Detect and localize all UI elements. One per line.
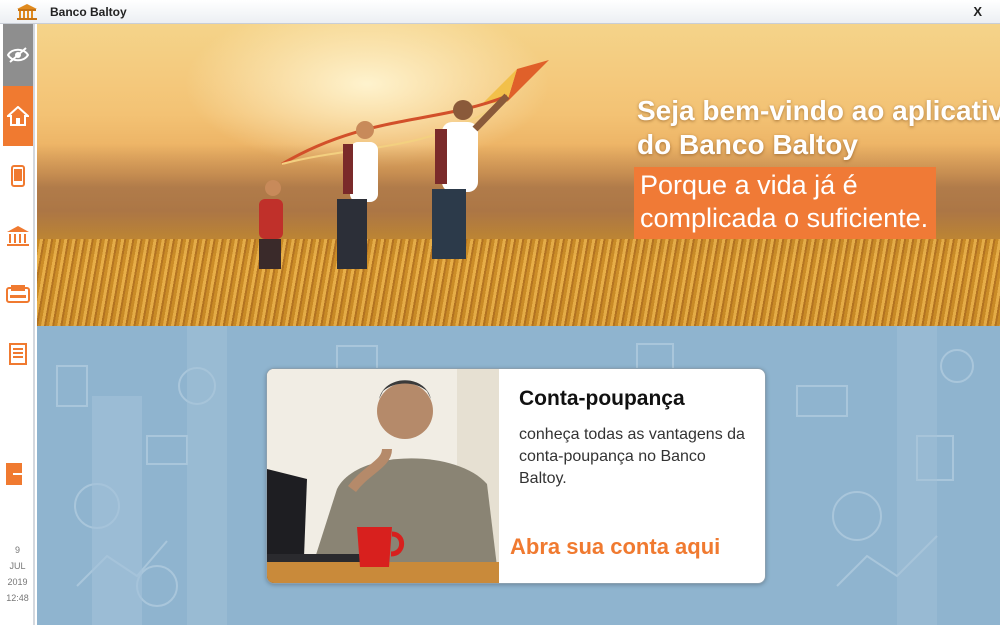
bank-logo-icon <box>16 3 38 21</box>
close-button[interactable]: X <box>973 4 982 19</box>
promo-photo <box>267 369 499 583</box>
hero-banner: Seja bem-vindo ao aplicativo do Banco Ba… <box>37 24 1000 326</box>
sidebar-item-statement[interactable] <box>3 324 33 384</box>
sidebar-item-exit[interactable] <box>3 444 33 504</box>
man-with-laptop-image <box>267 369 499 583</box>
sidebar-item-bank[interactable] <box>3 206 33 266</box>
open-account-link[interactable]: Abra sua conta aqui <box>510 534 720 560</box>
hero-tagline: Porque a vida já é complicada o suficien… <box>634 167 937 239</box>
sidebar-item-atm[interactable] <box>3 264 33 324</box>
date-year: 2019 <box>7 577 28 587</box>
document-icon <box>9 343 27 365</box>
sidebar-item-phone[interactable] <box>3 146 33 206</box>
hero-headline: Seja bem-vindo ao aplicativo do Banco Ba… <box>637 95 1000 160</box>
date-display: 9 JUL 2019 12:48 <box>0 542 35 606</box>
title-bar: Banco Baltoy X <box>0 0 1000 24</box>
bank-icon <box>6 225 30 247</box>
eye-off-icon <box>7 47 29 63</box>
window-title: Banco Baltoy <box>50 5 127 19</box>
savings-promo-card[interactable]: Conta-poupança conheça todas as vantagen… <box>266 368 766 584</box>
date-month: JUL <box>9 561 26 571</box>
sidebar-item-home[interactable] <box>3 86 33 146</box>
hide-balance-button[interactable] <box>3 24 33 86</box>
home-icon <box>7 106 29 126</box>
promo-description: conheça todas as vantagens da conta-poup… <box>519 426 745 487</box>
promo-title: Conta-poupança <box>519 387 685 410</box>
tagline-line-2: complicada o suficiente. <box>640 203 929 233</box>
tagline-line-1: Porque a vida já é <box>640 170 858 200</box>
exit-icon <box>5 462 31 486</box>
phone-icon <box>11 165 25 187</box>
date-day: 9 <box>14 545 20 555</box>
atm-icon <box>6 284 30 304</box>
sidebar: 9 JUL 2019 12:48 <box>0 24 35 625</box>
time: 12:48 <box>6 593 29 603</box>
